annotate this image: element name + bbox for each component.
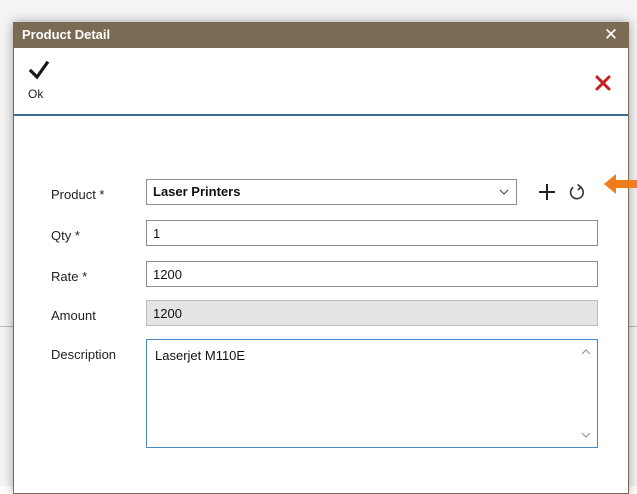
amount-label: Amount	[51, 308, 96, 323]
rate-label: Rate *	[51, 269, 88, 284]
refresh-products-button[interactable]	[567, 182, 587, 202]
ok-button[interactable]: Ok	[28, 60, 62, 104]
qty-label: Qty *	[51, 228, 80, 243]
red-x-icon	[595, 75, 611, 91]
checkmark-icon	[28, 60, 50, 80]
qty-input[interactable]	[146, 220, 598, 246]
scroll-up-icon[interactable]	[581, 348, 591, 356]
plus-icon	[539, 184, 555, 200]
scroll-down-icon[interactable]	[581, 431, 591, 439]
refresh-icon	[569, 183, 585, 200]
ok-button-label: Ok	[28, 87, 44, 101]
orange-arrow-icon	[604, 174, 637, 194]
description-text: Laserjet M110E	[155, 348, 246, 363]
amount-input	[146, 300, 598, 326]
background-divider	[0, 326, 13, 327]
title-bar: Product Detail ✕	[14, 23, 628, 48]
product-select[interactable]: Laser Printers	[146, 179, 517, 205]
toolbar: Ok	[14, 48, 628, 116]
cancel-button[interactable]	[594, 74, 612, 92]
product-detail-dialog: Product Detail ✕ Ok Product * Laser Prin…	[13, 22, 629, 494]
window-close-button[interactable]: ✕	[600, 24, 622, 46]
description-label: Description	[51, 347, 117, 362]
product-label: Product *	[51, 187, 105, 202]
rate-input[interactable]	[146, 261, 598, 287]
chevron-down-icon	[499, 189, 509, 195]
window-title: Product Detail	[22, 27, 111, 42]
product-select-value: Laser Printers	[153, 184, 241, 199]
description-textarea[interactable]: Laserjet M110E	[146, 339, 598, 448]
add-product-button[interactable]	[536, 181, 558, 203]
